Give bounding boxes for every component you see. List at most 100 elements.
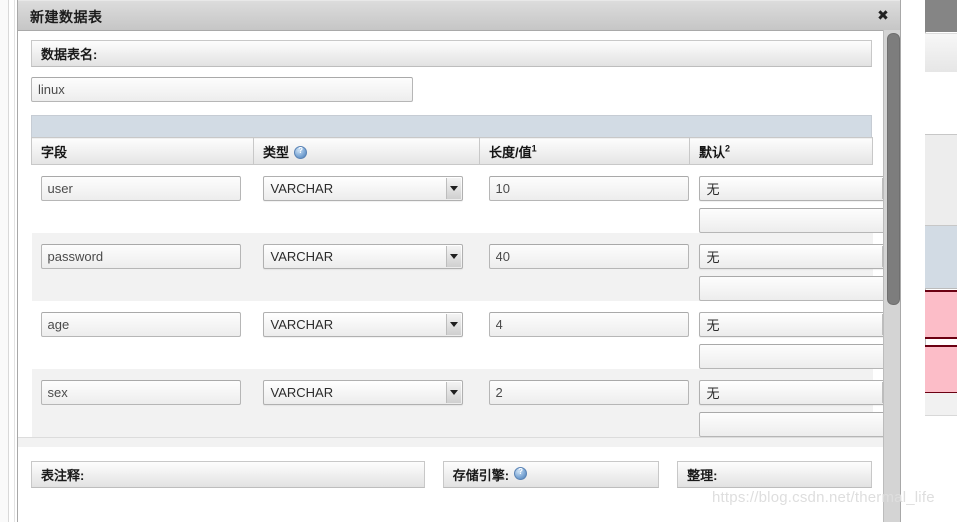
chevron-down-icon[interactable] — [445, 246, 461, 267]
dialog-body: 数据表名: 字段 — [18, 31, 900, 522]
storage-engine-text: 存储引擎: — [452, 468, 510, 483]
type-help-icon[interactable] — [294, 144, 308, 159]
field-type-select[interactable]: VARCHAR — [262, 312, 463, 337]
background-block-gray — [925, 135, 957, 226]
cell-default: 无 — [690, 233, 899, 301]
background-block-footer-1 — [925, 393, 957, 416]
fields-toolbar-strip — [31, 115, 872, 137]
engine-help-icon[interactable] — [514, 465, 528, 480]
field-length-input[interactable] — [488, 312, 689, 337]
dialog-titlebar[interactable]: 新建数据表 ✖ — [18, 0, 900, 31]
cell-type: VARCHAR — [254, 369, 480, 437]
dialog-scroll-content: 数据表名: 字段 — [18, 31, 899, 522]
dialog-title: 新建数据表 — [30, 9, 103, 25]
field-type-value: VARCHAR — [270, 181, 334, 196]
field-name-input[interactable] — [40, 312, 241, 337]
field-default-value: 无 — [706, 182, 720, 197]
field-name-input[interactable] — [40, 176, 241, 201]
field-default-select[interactable]: 无 — [698, 176, 899, 201]
column-header-type-label: 类型 — [263, 144, 290, 160]
chevron-down-icon[interactable] — [445, 314, 461, 335]
table-name-section: 数据表名: — [18, 31, 885, 137]
field-length-input[interactable] — [488, 244, 689, 269]
field-type-value: VARCHAR — [270, 249, 334, 264]
table-row: VARCHAR 无 — [31, 233, 899, 301]
column-header-default-label: 默认 — [699, 144, 726, 160]
table-comment-label: 表注释: — [31, 461, 425, 488]
storage-engine-group: 存储引擎: — [442, 461, 660, 488]
table-row: VARCHAR 无 — [31, 369, 899, 437]
scrollbar-thumb[interactable] — [887, 33, 900, 305]
screenshot-root: 新建数据表 ✖ 数据表名: linux 字段 类型? 长度/值1 默认2 use… — [0, 0, 957, 522]
field-type-select[interactable]: VARCHAR — [262, 244, 463, 269]
cell-type: VARCHAR — [254, 165, 480, 234]
table-comment-group: 表注释: — [31, 461, 425, 488]
cell-field — [32, 165, 254, 234]
background-block-toolbar — [925, 33, 957, 73]
field-default-select[interactable]: 无 — [698, 312, 899, 337]
footer-divider — [18, 437, 885, 447]
background-block-blue — [925, 226, 957, 289]
cell-type: VARCHAR — [254, 301, 480, 369]
field-default-value: 无 — [706, 386, 720, 401]
collation-group: 整理: — [677, 461, 873, 488]
cell-length — [480, 369, 690, 437]
field-default-value: 无 — [706, 318, 720, 333]
field-length-input[interactable] — [488, 176, 689, 201]
chevron-down-icon[interactable] — [445, 382, 461, 403]
column-header-field-label: 字段 — [41, 144, 68, 160]
background-left-rail — [0, 0, 9, 522]
cell-default: 无 — [690, 369, 899, 437]
field-default-custom-input[interactable] — [698, 412, 899, 437]
field-default-custom-input[interactable] — [698, 208, 899, 233]
background-block-footer-2 — [925, 416, 957, 522]
cell-type: VARCHAR — [254, 233, 480, 301]
fields-grid-body: VARCHAR 无 VARCHAR 无 — [31, 164, 899, 437]
field-type-select[interactable]: VARCHAR — [262, 176, 463, 201]
table-row: VARCHAR 无 — [31, 301, 899, 369]
field-default-custom-input[interactable] — [698, 276, 899, 301]
column-header-length-sup: 1 — [531, 143, 537, 154]
chevron-down-icon[interactable] — [445, 178, 461, 199]
field-name-input[interactable] — [40, 380, 241, 405]
cell-length — [480, 301, 690, 369]
field-default-select[interactable]: 无 — [698, 380, 899, 405]
cell-length — [480, 233, 690, 301]
field-type-value: VARCHAR — [270, 317, 334, 332]
cell-length — [480, 165, 690, 234]
field-default-custom-input[interactable] — [698, 344, 899, 369]
table-name-input[interactable] — [31, 77, 413, 102]
field-name-input[interactable] — [40, 244, 241, 269]
footer-section: 表注释: 存储引擎: 整理: — [18, 447, 885, 488]
column-header-default-sup: 2 — [725, 143, 731, 154]
table-row: VARCHAR 无 — [31, 164, 899, 234]
cell-default: 无 — [690, 165, 899, 233]
background-block-dark — [925, 0, 957, 32]
table-name-label: 数据表名: — [31, 40, 872, 67]
fields-grid-wrap: 字段 类型 长度/值1 默认2 VARCHAR 无 — [18, 137, 899, 437]
fields-grid-header-row: 字段 类型 长度/值1 默认2 — [31, 137, 873, 165]
column-header-field: 字段 — [31, 137, 254, 165]
storage-engine-label: 存储引擎: — [442, 461, 660, 488]
column-header-default: 默认2 — [689, 137, 873, 165]
cell-default: 无 — [690, 301, 899, 369]
cell-field — [32, 301, 254, 369]
close-icon[interactable]: ✖ — [872, 4, 894, 26]
cell-field — [32, 233, 254, 301]
cell-field — [32, 369, 254, 437]
field-type-value: VARCHAR — [270, 385, 334, 400]
field-default-value: 无 — [706, 250, 720, 265]
field-type-select[interactable]: VARCHAR — [262, 380, 463, 405]
column-header-length-label: 长度/值 — [489, 144, 532, 160]
field-length-input[interactable] — [488, 380, 689, 405]
field-default-select[interactable]: 无 — [698, 244, 899, 269]
background-block-white — [925, 72, 957, 135]
background-block-pink-2 — [925, 345, 957, 394]
background-block-pink-1 — [925, 290, 957, 339]
collation-label: 整理: — [677, 461, 873, 488]
column-header-type: 类型 — [253, 137, 480, 165]
column-header-length: 长度/值1 — [479, 137, 690, 165]
dialog-vertical-scrollbar[interactable] — [883, 30, 900, 522]
fields-grid: 字段 类型 长度/值1 默认2 VARCHAR 无 — [31, 137, 899, 437]
new-table-dialog: 新建数据表 ✖ 数据表名: linux 字段 类型? 长度/值1 默认2 use… — [17, 0, 901, 522]
